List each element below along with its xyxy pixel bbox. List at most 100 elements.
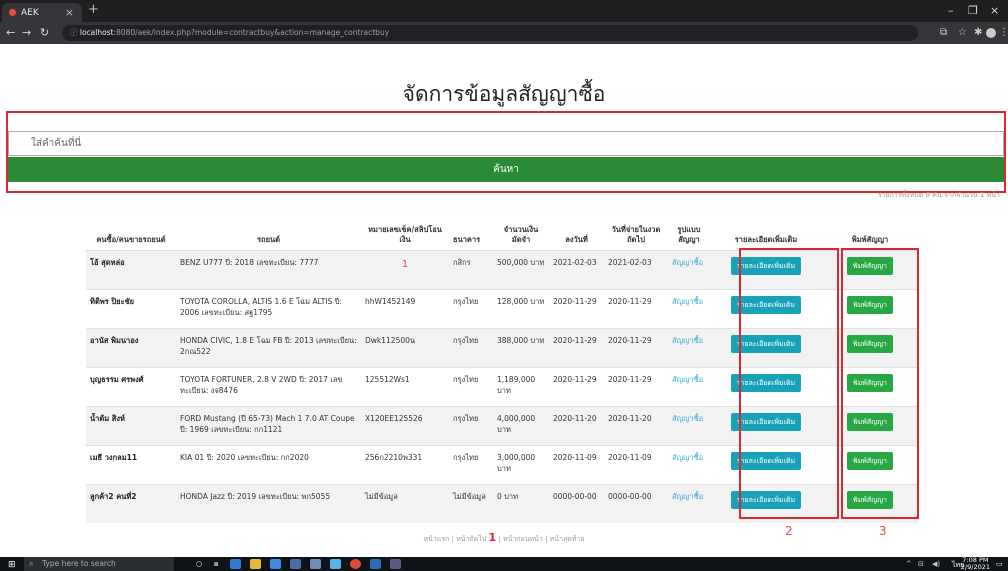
pagination-prev[interactable]: หน้าก่อนหน้า	[503, 535, 543, 543]
contract-type-link[interactable]: สัญญาซื้อ	[668, 483, 710, 523]
cell-amount: 0 บาท	[493, 483, 549, 523]
cell-bank: กรุงไทย	[449, 366, 493, 406]
network-icon[interactable]: ⊟	[918, 560, 924, 568]
contract-type-link[interactable]: สัญญาซื้อ	[668, 444, 710, 484]
cell-date: 2020-11-29	[549, 327, 604, 367]
notification-icon[interactable]: ▭	[996, 560, 1003, 568]
annotation-box-print	[841, 248, 919, 519]
cell-car: KIA 01 ปี: 2020 เลขทะเบียน: กก2020	[176, 444, 361, 484]
pagination: หน้าแรก | หน้าถัดไป 1 | หน้าก่อนหน้า | ห…	[0, 531, 1008, 545]
tray-up-arrow-icon[interactable]: ^	[906, 560, 912, 568]
tab-title: AEK	[21, 7, 39, 18]
clock-date: 2/9/2021	[960, 563, 990, 571]
vscode-icon[interactable]	[370, 559, 381, 569]
contract-type-link[interactable]: สัญญาซื้อ	[668, 366, 710, 406]
col-header-check-no: หมายเลขเช็ค/สลิปโอนเงิน	[368, 225, 442, 245]
app-icon[interactable]	[330, 559, 341, 569]
pagination-last[interactable]: หน้าสุดท้าย	[550, 535, 585, 543]
windows-start-icon[interactable]: ⊞	[8, 560, 16, 570]
app-icon[interactable]	[390, 559, 401, 569]
minimize-button[interactable]: –	[948, 4, 954, 17]
chrome-icon[interactable]	[350, 559, 361, 569]
cell-buyer: อานัส พิมนาอง	[86, 327, 176, 367]
cell-check-no: hhW1452149	[361, 288, 449, 328]
profile-avatar[interactable]	[986, 28, 996, 38]
contract-type-link[interactable]: สัญญาซื้อ	[668, 249, 710, 289]
col-header-bank: ธนาคาร	[453, 235, 481, 245]
taskbar-search[interactable]: ⌕ Type here to search	[24, 557, 174, 571]
contract-type-link[interactable]: สัญญาซื้อ	[668, 288, 710, 328]
favicon-icon	[9, 9, 16, 16]
cell-buyer: ลูกค้า2 คนที่2	[86, 483, 176, 523]
pagination-first[interactable]: หน้าแรก	[424, 535, 450, 543]
forward-arrow-icon[interactable]: →	[22, 26, 31, 39]
edge-icon[interactable]	[230, 559, 241, 569]
extension-icon[interactable]: ⧉	[940, 27, 947, 38]
pagination-next[interactable]: หน้าถัดไป	[456, 535, 486, 543]
cell-amount: 128,000 บาท	[493, 288, 549, 328]
record-count: รายการทั้งหมด 8 คัน จากจำนวน 1 หน้า	[877, 191, 1000, 199]
cell-date: 2020-11-29	[549, 288, 604, 328]
cell-check-no: Dwk112500น	[361, 327, 449, 367]
browser-tab-bar: AEK × + – ❐ ×	[0, 0, 1008, 22]
back-arrow-icon[interactable]: ←	[6, 26, 15, 39]
col-header-details: รายละเอียดเพิ่มเติม	[734, 235, 798, 245]
cell-check-no: ไม่มีข้อมูล	[361, 483, 449, 523]
cell-amount: 500,000 บาท	[493, 249, 549, 289]
url-path: :8080/aek/index.php?module=contractbuy&a…	[113, 28, 390, 37]
menu-dots-icon[interactable]: ⋮	[999, 27, 1008, 38]
cell-next-due: 2020-11-29	[604, 366, 668, 406]
search-icon: ⌕	[29, 559, 34, 568]
cell-car: FORD Mustang (ปี 65-73) Mach 1 7.0 AT Co…	[176, 405, 361, 445]
task-view-icon[interactable]: ⧈	[214, 560, 218, 569]
cell-check-no: 125512Ws1	[361, 366, 449, 406]
cell-amount: 388,000 บาท	[493, 327, 549, 367]
cell-next-due: 2020-11-09	[604, 444, 668, 484]
cell-check-no: 256ก2210พ331	[361, 444, 449, 484]
url-host: localhost	[79, 28, 114, 37]
cell-amount: 1,189,000 บาท	[493, 366, 549, 406]
cell-bank: กรุงไทย	[449, 288, 493, 328]
search-button[interactable]: ค้นหา	[8, 157, 1004, 182]
cell-buyer: โอ้ สุดหล่อ	[86, 249, 176, 289]
contract-type-link[interactable]: สัญญาซื้อ	[668, 405, 710, 445]
annotation-box-details	[739, 248, 839, 519]
col-header-amount: จำนวนเงินมัดจำ	[503, 225, 539, 245]
windows-taskbar: ⊞ ⌕ Type here to search ○ ⧈ ^ ⊟ ◀) ไทย 7:…	[0, 557, 1008, 571]
file-explorer-icon[interactable]	[250, 559, 261, 569]
new-tab-button[interactable]: +	[88, 2, 99, 17]
cell-next-due: 2021-02-03	[604, 249, 668, 289]
cell-buyer: ทิติพร ปิยะชัย	[86, 288, 176, 328]
cell-car: HONDA CIVIC, 1.8 E โฉม FB ปี: 2013 เลขทะ…	[176, 327, 361, 367]
url-field[interactable]: ⓘ localhost:8080/aek/index.php?module=co…	[62, 25, 918, 41]
pen-icon[interactable]	[310, 559, 321, 569]
contract-type-link[interactable]: สัญญาซื้อ	[668, 327, 710, 367]
info-icon: ⓘ	[70, 28, 80, 37]
cell-bank: กรุงไทย	[449, 444, 493, 484]
cell-date: 0000-00-00	[549, 483, 604, 523]
cell-date: 2020-11-09	[549, 444, 604, 484]
cell-car: TOYOTA FORTUNER, 2.8 V 2WD ปี: 2017 เลขท…	[176, 366, 361, 406]
browser-tab[interactable]: AEK ×	[2, 3, 82, 22]
col-header-buyer: คนซื้อ/คนขายรถยนต์	[96, 235, 166, 245]
close-window-button[interactable]: ×	[990, 4, 999, 17]
bookmark-star-icon[interactable]: ☆	[958, 27, 967, 38]
cell-bank: กรุงไทย	[449, 405, 493, 445]
cell-buyer: เมธี วงกลม11	[86, 444, 176, 484]
extensions-puzzle-icon[interactable]: ✱	[974, 27, 982, 38]
reload-icon[interactable]: ↻	[40, 26, 49, 39]
restore-button[interactable]: ❐	[968, 4, 978, 17]
cell-car: TOYOTA COROLLA, ALTIS 1.6 E โฉม ALTIS ปี…	[176, 288, 361, 328]
search-input[interactable]	[8, 131, 1004, 156]
cell-car: BENZ U777 ปี: 2018 เลขทะเบียน: 7777	[176, 249, 361, 289]
mail-icon[interactable]	[290, 559, 301, 569]
tab-close-icon[interactable]: ×	[65, 6, 74, 19]
cortana-icon[interactable]: ○	[196, 560, 202, 568]
cell-bank: กรุงไทย	[449, 327, 493, 367]
cell-next-due: 2020-11-29	[604, 327, 668, 367]
volume-icon[interactable]: ◀)	[932, 560, 940, 568]
store-icon[interactable]	[270, 559, 281, 569]
cell-date: 2020-11-29	[549, 366, 604, 406]
taskbar-clock[interactable]: 7:08 PM 2/9/2021	[961, 557, 990, 571]
cell-next-due: 0000-00-00	[604, 483, 668, 523]
